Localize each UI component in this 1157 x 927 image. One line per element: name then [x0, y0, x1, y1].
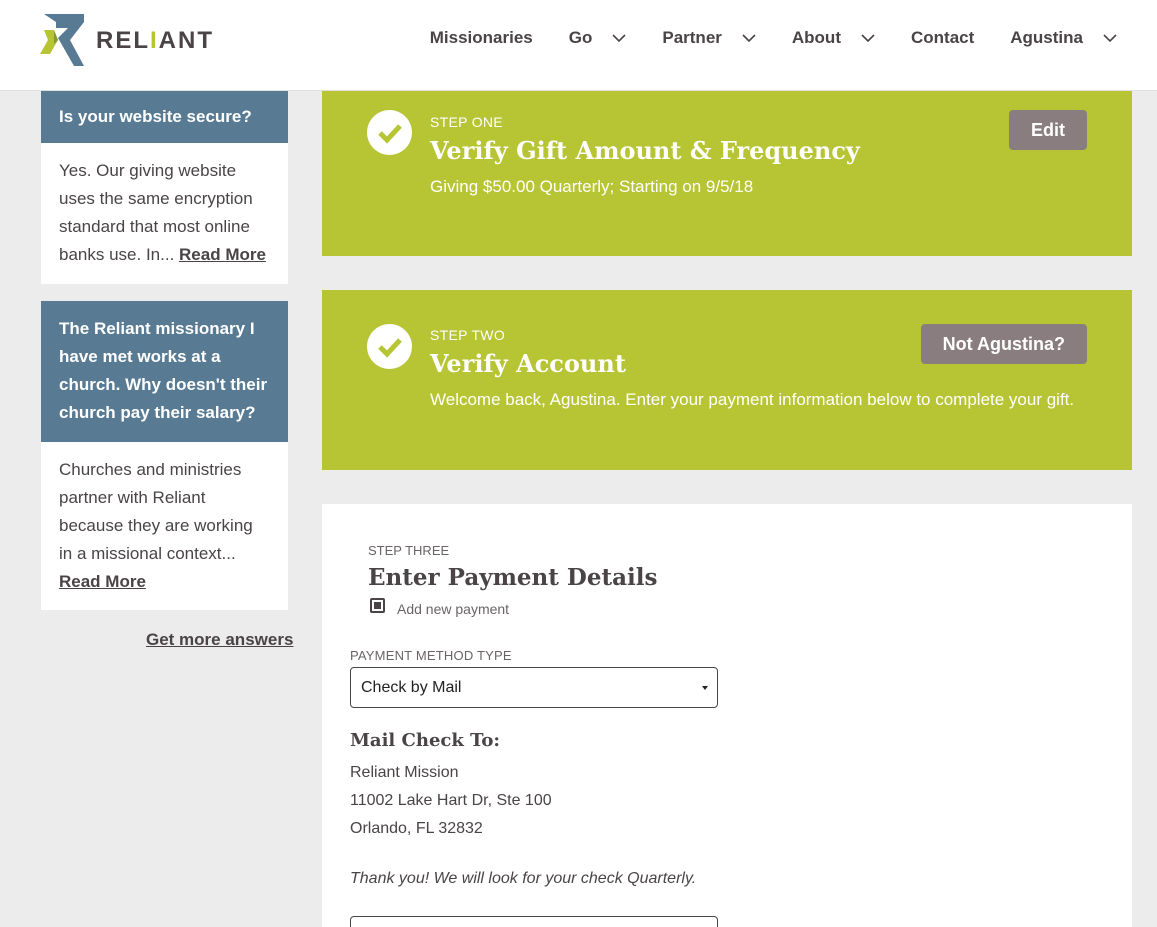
reliant-logo[interactable]: RELIANT: [40, 14, 214, 68]
chevron-down-icon: [612, 34, 626, 43]
step-two-panel: STEP TWO Verify Account Welcome back, Ag…: [322, 290, 1132, 470]
step-two-label: STEP TWO: [430, 327, 506, 343]
step-one-title: Verify Gift Amount & Frequency: [430, 136, 860, 165]
caret-down-icon: [702, 686, 708, 690]
faq-read-more-link-1[interactable]: Read More: [179, 245, 266, 264]
checkmark-icon: [367, 324, 412, 369]
step-one-label: STEP ONE: [430, 114, 503, 130]
nav-partner[interactable]: Partner: [662, 28, 756, 48]
checkmark-icon: [367, 110, 412, 155]
nav-missionaries[interactable]: Missionaries: [430, 28, 533, 48]
faq-question-2: The Reliant missionary I have met works …: [41, 301, 288, 442]
mail-check-to-title: Mail Check To:: [350, 730, 501, 751]
not-agustina-button[interactable]: Not Agustina?: [920, 324, 1087, 364]
get-more-answers-link[interactable]: Get more answers: [146, 630, 293, 650]
step-three-title: Enter Payment Details: [368, 564, 658, 591]
step-one-panel: STEP ONE Verify Gift Amount & Frequency …: [322, 91, 1132, 256]
add-new-payment-label[interactable]: Add new payment: [397, 601, 509, 617]
reliant-logo-mark-icon: [40, 14, 84, 66]
faq-answer-2: Churches and ministries partner with Rel…: [41, 442, 288, 610]
logo-wordmark: RELIANT: [96, 27, 214, 54]
step-one-description: Giving $50.00 Quarterly; Starting on 9/5…: [430, 177, 754, 196]
faq-question-1: Is your website secure?: [41, 91, 288, 143]
step-two-description: Welcome back, Agustina. Enter your payme…: [430, 390, 1075, 409]
nav-about[interactable]: About: [792, 28, 875, 48]
step-three-panel: STEP THREE Enter Payment Details Add new…: [322, 504, 1132, 927]
edit-gift-button[interactable]: Edit: [1009, 110, 1087, 150]
faq-answer-1: Yes. Our giving website uses the same en…: [41, 143, 288, 284]
chevron-down-icon: [861, 34, 875, 43]
step-three-label: STEP THREE: [368, 543, 450, 558]
address-line: Orlando, FL 32832: [350, 820, 483, 837]
next-form-field[interactable]: [350, 916, 718, 927]
address-line: Reliant Mission: [350, 764, 459, 781]
nav-account-agustina[interactable]: Agustina: [1010, 28, 1117, 48]
address-line: 11002 Lake Hart Dr, Ste 100: [350, 792, 552, 809]
chevron-down-icon: [742, 34, 756, 43]
site-header: RELIANT Missionaries Go Partner About Co…: [0, 0, 1157, 91]
step-two-title: Verify Account: [430, 349, 626, 378]
payment-method-type-label: PAYMENT METHOD TYPE: [350, 648, 512, 663]
thank-you-message: Thank you! We will look for your check Q…: [350, 870, 697, 887]
nav-contact[interactable]: Contact: [911, 28, 974, 48]
payment-method-select[interactable]: Check by Mail: [350, 667, 718, 708]
main-nav: Missionaries Go Partner About Contact Ag…: [430, 28, 1117, 48]
payment-method-selected-value: Check by Mail: [361, 679, 462, 696]
add-new-payment-checkbox[interactable]: [370, 598, 385, 613]
chevron-down-icon: [1103, 34, 1117, 43]
faq-read-more-link-2[interactable]: Read More: [59, 572, 146, 591]
nav-go[interactable]: Go: [569, 28, 627, 48]
